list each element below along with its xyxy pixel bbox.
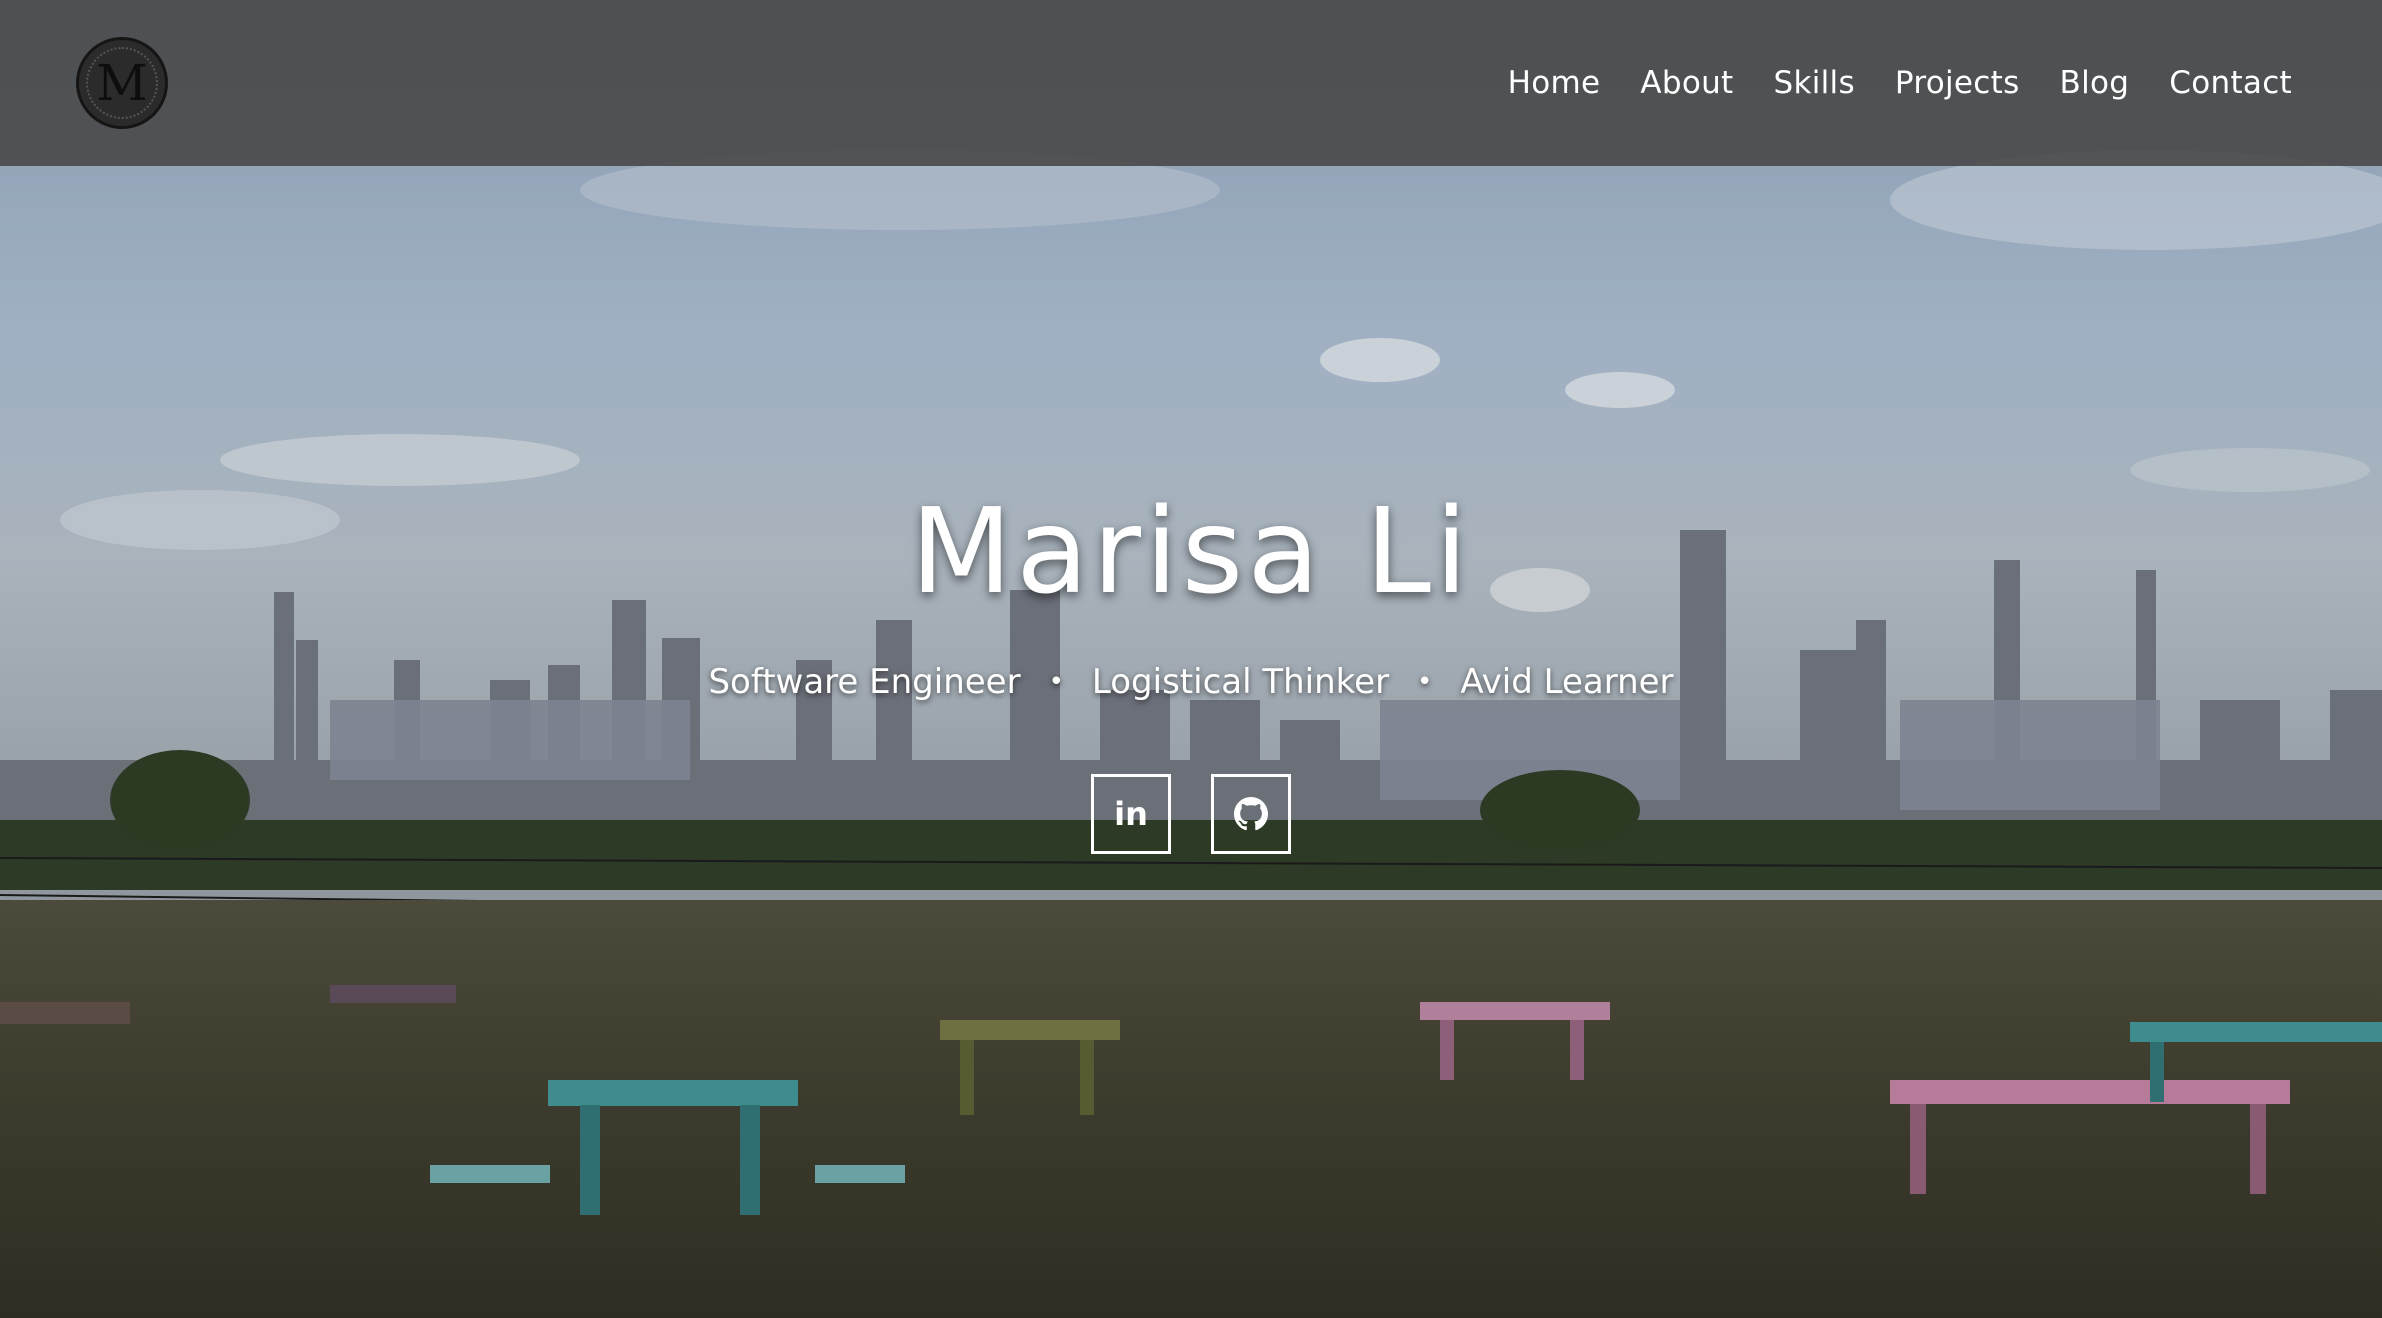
nav-link-about[interactable]: About bbox=[1640, 65, 1733, 101]
github-icon bbox=[1234, 797, 1268, 831]
nav-link-blog[interactable]: Blog bbox=[2060, 65, 2130, 101]
tagline-item: Logistical Thinker bbox=[1091, 662, 1390, 702]
tagline-item: Software Engineer bbox=[708, 662, 1021, 702]
tagline-separator: • bbox=[1048, 667, 1064, 697]
tagline-item: Avid Learner bbox=[1460, 662, 1674, 702]
hero-name: Marisa Li bbox=[910, 482, 1472, 620]
logo[interactable]: M bbox=[76, 37, 168, 129]
hero-tagline: Software Engineer • Logistical Thinker •… bbox=[0, 662, 2382, 702]
hero-section: M Home About Skills Projects Blog Contac… bbox=[0, 0, 2382, 1318]
nav-link-skills[interactable]: Skills bbox=[1774, 65, 1855, 101]
nav-link-home[interactable]: Home bbox=[1508, 65, 1601, 101]
nav-menu: Home About Skills Projects Blog Contact bbox=[1508, 65, 2292, 101]
linkedin-button[interactable]: in bbox=[1091, 774, 1171, 854]
linkedin-icon: in bbox=[1114, 795, 1148, 833]
skyline-background-image bbox=[0, 0, 2382, 1318]
tagline-separator: • bbox=[1417, 667, 1433, 697]
social-links: in bbox=[0, 774, 2382, 854]
logo-letter: M bbox=[96, 54, 148, 112]
nav-link-projects[interactable]: Projects bbox=[1895, 65, 2020, 101]
github-button[interactable] bbox=[1211, 774, 1291, 854]
navbar: M Home About Skills Projects Blog Contac… bbox=[0, 0, 2382, 166]
nav-link-contact[interactable]: Contact bbox=[2169, 65, 2292, 101]
